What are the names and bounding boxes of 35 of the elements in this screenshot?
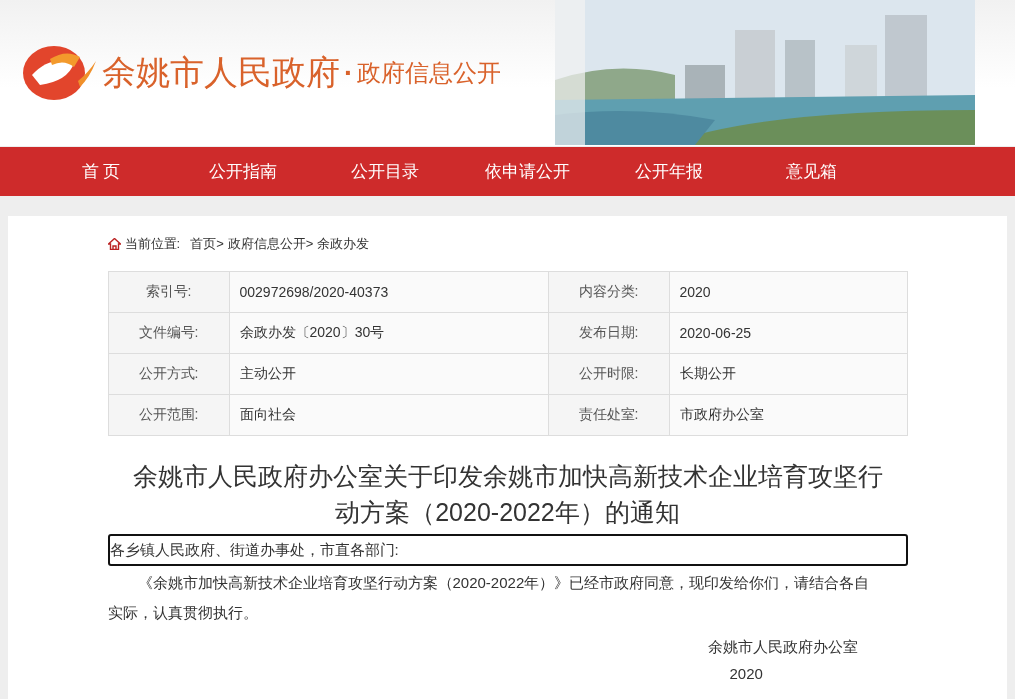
breadcrumb-link[interactable]: 政府信息公开>	[227, 235, 314, 253]
breadcrumb-link[interactable]: 首页>	[190, 235, 224, 253]
nav-link[interactable]: 公开指南	[172, 147, 314, 196]
article-title: 余姚市人民政府办公室关于印发余姚市加快高新技术企业培育攻坚行动方案（2020-2022年）的通知	[131, 461, 884, 528]
nav-link[interactable]: 公开目录	[314, 147, 456, 196]
field-value: 余政办发〔2020〕30号	[229, 312, 548, 354]
field-label: 责任处室:	[548, 394, 669, 436]
field-value: 面向社会	[229, 394, 548, 436]
site-name: 余姚市人民政府	[102, 52, 340, 93]
separator-dot: ·	[344, 57, 354, 89]
field-label: 发布日期:	[548, 312, 669, 354]
field-label: 公开范围:	[108, 394, 229, 436]
nav-link[interactable]: 公开年报	[598, 147, 740, 196]
breadcrumb-link[interactable]: 余政办发	[317, 235, 370, 253]
document-date: 2020	[729, 664, 763, 684]
field-value: 长期公开	[669, 353, 907, 395]
field-label: 内容分类:	[548, 271, 669, 313]
breadcrumb-label: 当前位置:	[124, 235, 181, 253]
body-paragraph: 《余姚市加快高新技术企业培育攻坚行动方案（2020-2022年）》已经市政府同意，现印发给你们，请结合各自实际，认真贯彻执行。	[107, 573, 871, 623]
section-title: 政府信息公开	[357, 58, 502, 88]
field-value: 市政府办公室	[669, 394, 907, 436]
field-label: 公开时限:	[548, 353, 669, 395]
nav-link[interactable]: 意见箱	[740, 147, 882, 196]
field-value: 002972698/2020-40373	[229, 271, 548, 313]
home-icon	[107, 238, 121, 250]
signature: 余姚市人民政府办公室	[706, 637, 859, 657]
salutation: 各乡镇人民政府、街道办事处，市直各部门:	[107, 534, 908, 566]
field-label: 索引号:	[108, 271, 229, 313]
nav-link[interactable]: 依申请公开	[456, 147, 598, 196]
field-label: 公开方式:	[108, 353, 229, 395]
field-value: 2020	[669, 271, 907, 313]
nav-link[interactable]: 首 页	[30, 147, 172, 196]
field-value: 2020-06-25	[669, 312, 907, 354]
field-label: 文件编号:	[108, 312, 229, 354]
field-value: 主动公开	[229, 353, 548, 395]
